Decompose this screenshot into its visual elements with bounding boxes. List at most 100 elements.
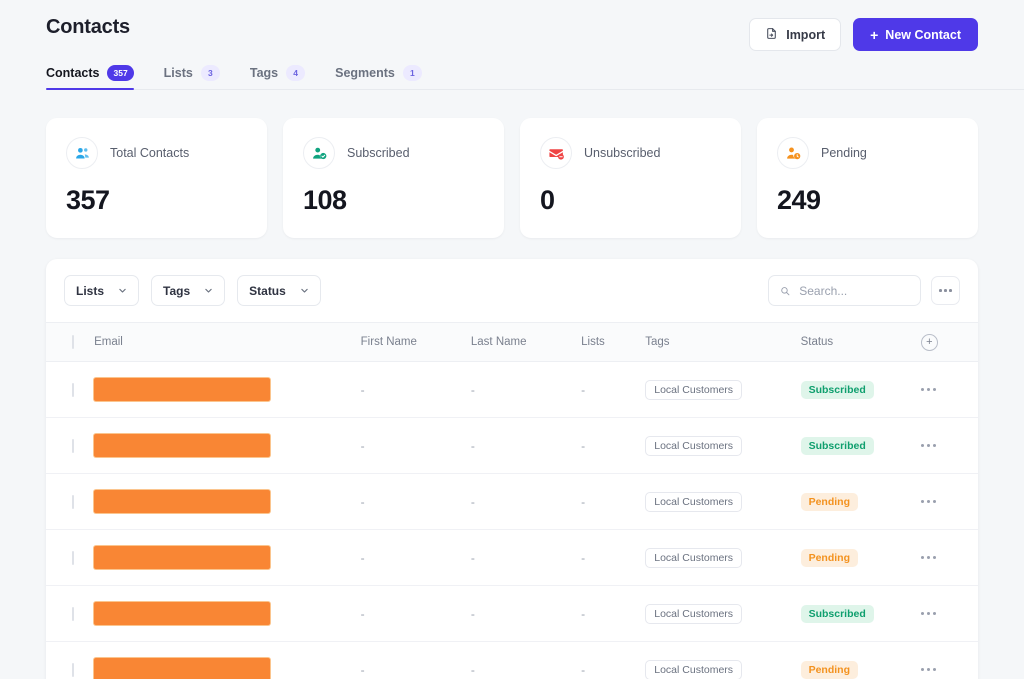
plus-icon: + <box>870 26 879 43</box>
contacts-page: Contacts Import + New Contact Contacts 3… <box>0 0 1024 679</box>
stat-card-total-contacts: Total Contacts 357 <box>46 118 267 238</box>
table-header-row: Email First Name Last Name Lists Tags St… <box>46 322 978 362</box>
row-actions-icon[interactable] <box>920 388 978 391</box>
tab-contacts-badge: 357 <box>107 65 134 81</box>
new-contact-button-label: New Contact <box>885 27 961 42</box>
table-row[interactable]: - - - Local Customers Subscribed <box>46 585 978 642</box>
redacted-email-block <box>94 378 271 401</box>
import-button[interactable]: Import <box>749 18 842 51</box>
stat-card-unsubscribed: Unsubscribed 0 <box>520 118 741 238</box>
row-checkbox[interactable] <box>72 662 74 677</box>
tab-lists-badge: 3 <box>200 65 220 81</box>
stat-label: Subscribed <box>347 146 410 160</box>
stat-value: 249 <box>777 185 821 215</box>
table-row[interactable]: - - - Local Customers Subscribed <box>46 361 978 418</box>
row-checkbox[interactable] <box>72 494 74 509</box>
header-top-row: Contacts Import + New Contact <box>46 16 978 51</box>
status-badge: Pending <box>800 492 858 511</box>
table-row[interactable]: - - - Local Customers Pending <box>46 473 978 530</box>
cell-email <box>94 585 361 642</box>
stat-card-subscribed: Subscribed 108 <box>283 118 504 238</box>
tag-chip: Local Customers <box>645 435 743 456</box>
cell-actions <box>920 361 978 418</box>
redacted-email-block <box>94 546 271 569</box>
plus-circle-icon[interactable]: + <box>920 333 938 351</box>
chevron-down-icon <box>301 288 308 293</box>
tab-segments[interactable]: Segments 1 <box>335 65 422 90</box>
cell-email <box>94 529 361 586</box>
cell-actions <box>920 417 978 474</box>
row-checkbox[interactable] <box>72 438 74 453</box>
tab-tags-label: Tags <box>249 66 279 80</box>
row-actions-icon[interactable] <box>920 500 978 503</box>
cell-tags: Local Customers <box>645 473 801 530</box>
contacts-table: Email First Name Last Name Lists Tags St… <box>46 322 978 679</box>
cell-first-name: - <box>360 662 365 677</box>
cell-first-name: - <box>360 529 471 586</box>
tag-chip: Local Customers <box>645 379 743 400</box>
row-actions-icon[interactable] <box>920 444 978 447</box>
search-box[interactable] <box>768 275 921 306</box>
row-checkbox[interactable] <box>72 382 74 397</box>
tab-lists[interactable]: Lists 3 <box>164 65 220 90</box>
stat-value: 0 <box>540 185 555 215</box>
cell-actions <box>920 529 978 586</box>
row-select-cell <box>46 361 95 418</box>
column-header-tags[interactable]: Tags <box>645 322 801 362</box>
row-actions-icon[interactable] <box>920 556 978 559</box>
table-row[interactable]: - - - Local Customers Subscribed <box>46 417 978 474</box>
status-badge: Pending <box>800 660 858 679</box>
row-checkbox[interactable] <box>72 550 74 565</box>
cell-lists: - <box>581 529 646 586</box>
row-select-cell <box>46 585 95 642</box>
filter-tags-dropdown[interactable]: Tags <box>151 275 226 306</box>
column-header-email[interactable]: Email <box>94 322 361 362</box>
table-more-options-button[interactable] <box>931 276 960 305</box>
status-badge: Subscribed <box>800 436 874 455</box>
table-toolbar: Lists Tags Status <box>46 259 978 322</box>
filter-status-dropdown[interactable]: Status <box>237 275 321 306</box>
cell-status: Subscribed <box>800 417 921 474</box>
row-actions-icon[interactable] <box>920 612 978 615</box>
redacted-email-block <box>94 434 271 457</box>
cell-first-name: - <box>360 417 471 474</box>
column-header-status[interactable]: Status <box>800 322 921 362</box>
envelope-minus-icon <box>540 137 572 169</box>
filter-lists-dropdown[interactable]: Lists <box>64 275 140 306</box>
cell-lists: - <box>581 585 646 642</box>
cell-first-name: - <box>360 585 471 642</box>
tab-segments-badge: 1 <box>402 65 422 81</box>
row-select-cell <box>46 417 95 474</box>
select-all-checkbox[interactable] <box>72 335 74 349</box>
column-header-lists[interactable]: Lists <box>581 322 646 362</box>
table-row[interactable]: - - - Local Customers Pending <box>46 642 978 679</box>
header-actions: Import + New Contact <box>749 18 978 51</box>
stat-label: Total Contacts <box>110 146 190 160</box>
row-select-cell <box>46 473 95 530</box>
row-checkbox[interactable] <box>72 606 74 621</box>
filter-group: Lists Tags Status <box>64 275 321 306</box>
row-select-cell <box>46 529 95 586</box>
row-actions-icon[interactable] <box>920 668 978 672</box>
tab-contacts[interactable]: Contacts 357 <box>46 65 134 90</box>
stat-label: Pending <box>821 146 867 160</box>
cell-status: Subscribed <box>800 585 921 642</box>
cell-actions <box>920 642 978 679</box>
cell-email <box>94 361 361 418</box>
tab-tags[interactable]: Tags 4 <box>249 65 306 90</box>
table-row[interactable]: - - - Local Customers Pending <box>46 529 978 586</box>
status-badge: Pending <box>800 548 858 567</box>
filter-tags-label: Tags <box>163 283 191 298</box>
tag-chip: Local Customers <box>645 603 743 624</box>
cell-lists: - <box>581 361 646 418</box>
cell-actions <box>920 585 978 642</box>
tab-contacts-label: Contacts <box>46 66 100 80</box>
tag-chip: Local Customers <box>645 547 743 568</box>
column-header-first-name[interactable]: First Name <box>360 322 471 362</box>
cell-status: Pending <box>800 473 921 530</box>
redacted-email-block <box>94 490 271 513</box>
new-contact-button[interactable]: + New Contact <box>853 18 978 51</box>
column-header-last-name[interactable]: Last Name <box>470 322 582 362</box>
cell-actions <box>920 473 978 530</box>
search-input[interactable] <box>799 283 909 298</box>
